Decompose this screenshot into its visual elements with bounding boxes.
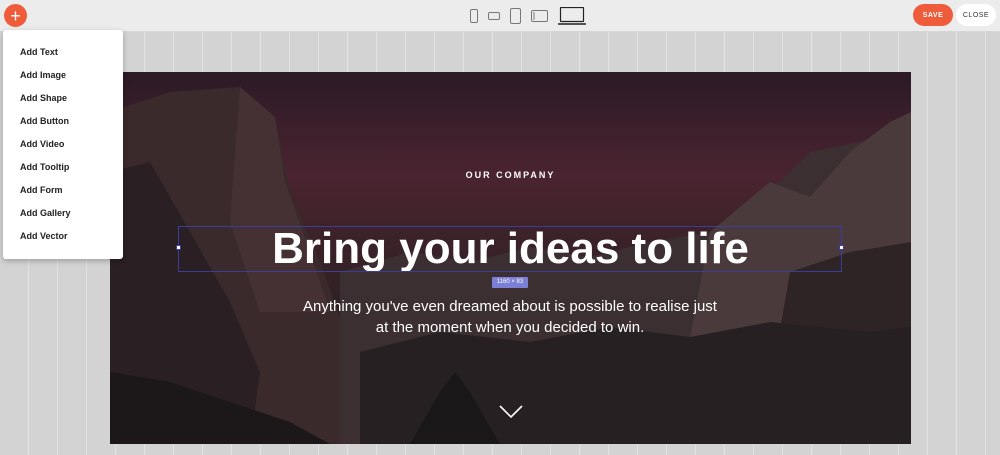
hero-eyebrow[interactable]: OUR COMPANY — [110, 170, 911, 180]
phone-portrait-icon — [470, 9, 478, 23]
selection-box — [176, 226, 844, 272]
device-mobile-portrait-button[interactable] — [470, 9, 478, 23]
close-button[interactable]: CLOSE — [956, 4, 996, 26]
menu-item-add-tooltip[interactable]: Add Tooltip — [3, 156, 123, 179]
tablet-landscape-icon — [531, 10, 548, 22]
plus-icon: + — [10, 5, 21, 26]
menu-item-add-form[interactable]: Add Form — [3, 179, 123, 202]
hero-section[interactable]: OUR COMPANY Bring your ideas to life 116… — [110, 72, 911, 444]
menu-item-add-vector[interactable]: Add Vector — [3, 225, 123, 248]
device-mobile-landscape-button[interactable] — [488, 12, 500, 20]
editor-toolbar: + SAVE CLOSE — [0, 0, 1000, 32]
device-tablet-landscape-button[interactable] — [531, 10, 548, 22]
menu-item-add-video[interactable]: Add Video — [3, 133, 123, 156]
hero-subtext[interactable]: Anything you've even dreamed about is po… — [300, 296, 720, 338]
device-switcher — [470, 5, 586, 27]
menu-item-add-text[interactable]: Add Text — [3, 41, 123, 64]
save-button[interactable]: SAVE — [913, 4, 953, 26]
menu-item-add-shape[interactable]: Add Shape — [3, 87, 123, 110]
menu-item-add-gallery[interactable]: Add Gallery — [3, 202, 123, 225]
menu-item-add-button[interactable]: Add Button — [3, 110, 123, 133]
laptop-icon — [558, 7, 586, 25]
add-element-menu: Add Text Add Image Add Shape Add Button … — [3, 30, 123, 259]
device-tablet-portrait-button[interactable] — [510, 8, 521, 24]
phone-landscape-icon — [488, 12, 500, 20]
resize-handle-left[interactable] — [176, 245, 181, 250]
add-element-button[interactable]: + — [4, 4, 27, 27]
device-desktop-button[interactable] — [558, 7, 586, 25]
resize-handle-right[interactable] — [839, 245, 844, 250]
tablet-portrait-icon — [510, 8, 521, 24]
menu-item-add-image[interactable]: Add Image — [3, 64, 123, 87]
selection-size-badge: 1160 × 83 — [492, 277, 528, 288]
chevron-down-icon[interactable] — [499, 405, 523, 419]
